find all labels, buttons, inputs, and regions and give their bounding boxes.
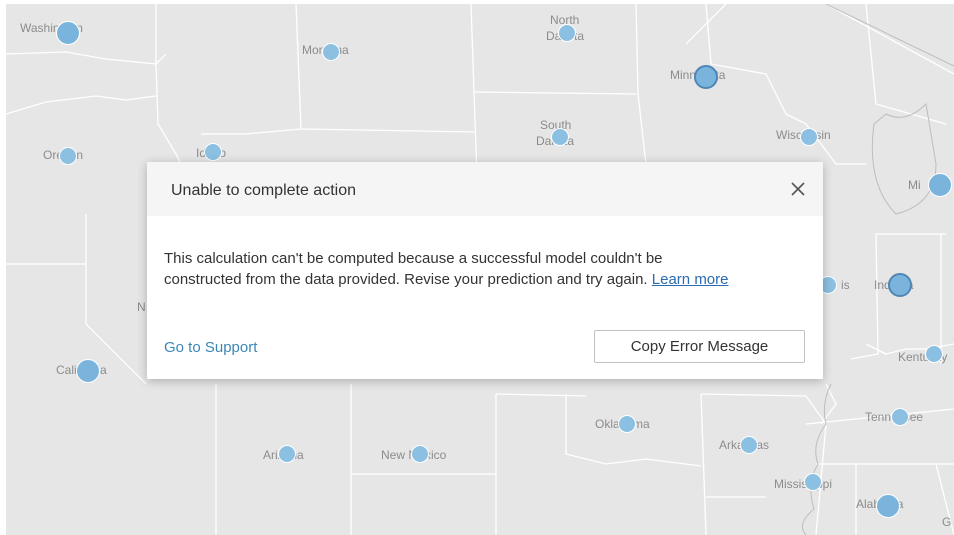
- map-marker-montana[interactable]: [322, 43, 340, 61]
- map-marker-oklahoma[interactable]: [618, 415, 636, 433]
- error-message: This calculation can't be computed becau…: [164, 248, 804, 290]
- error-message-line1: This calculation can't be computed becau…: [164, 250, 663, 267]
- map-marker-michigan[interactable]: [928, 173, 952, 197]
- map-marker-arkansas[interactable]: [740, 436, 758, 454]
- map-marker-north-dakota[interactable]: [558, 24, 576, 42]
- copy-error-message-button[interactable]: Copy Error Message: [594, 330, 805, 363]
- map-marker-alabama[interactable]: [876, 494, 900, 518]
- map-marker-wisconsin[interactable]: [800, 128, 818, 146]
- state-label-mississippi: Mississippi: [774, 477, 833, 491]
- map-marker-indiana[interactable]: [888, 273, 912, 297]
- dialog-header: Unable to complete action: [147, 162, 823, 216]
- map-marker-idaho[interactable]: [204, 143, 222, 161]
- error-dialog: Unable to complete action This calculati…: [147, 162, 823, 379]
- error-message-line2: constructed from the data provided. Revi…: [164, 271, 648, 288]
- map-marker-washington[interactable]: [56, 21, 80, 45]
- map-marker-kentucky[interactable]: [925, 345, 943, 363]
- map-marker-oregon[interactable]: [59, 147, 77, 165]
- map-marker-arizona[interactable]: [278, 445, 296, 463]
- go-to-support-link[interactable]: Go to Support: [164, 339, 257, 356]
- map-marker-tennessee[interactable]: [891, 408, 909, 426]
- map-marker-south-dakota[interactable]: [551, 128, 569, 146]
- map-marker-new-mexico[interactable]: [411, 445, 429, 463]
- state-label-michigan: Mi: [908, 178, 921, 192]
- map-marker-minnesota[interactable]: [694, 65, 718, 89]
- close-icon: [791, 182, 805, 196]
- state-label-nevada: N: [137, 300, 146, 314]
- learn-more-link[interactable]: Learn more: [652, 271, 729, 288]
- state-label-illinois: is: [841, 278, 850, 292]
- state-label-georgia: G: [942, 515, 952, 529]
- map-marker-california[interactable]: [76, 359, 100, 383]
- map-marker-mississippi[interactable]: [804, 473, 822, 491]
- close-button[interactable]: [787, 178, 809, 200]
- dialog-title: Unable to complete action: [171, 182, 356, 199]
